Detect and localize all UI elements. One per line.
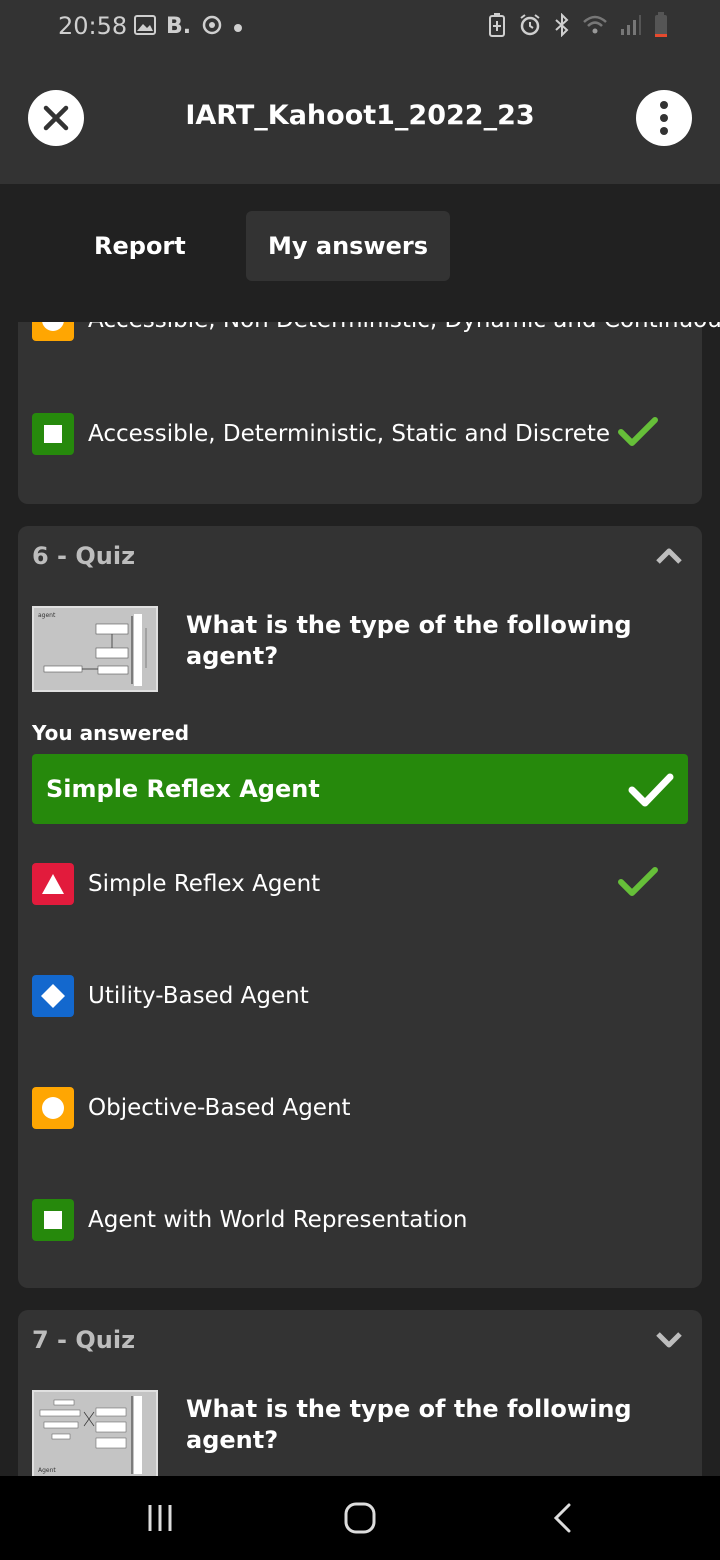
signal-icon: [620, 14, 642, 40]
battery-saver-icon: [488, 13, 506, 41]
tab-bar: Report My answers: [0, 184, 720, 322]
you-answered-label: You answered: [32, 721, 190, 745]
more-options-button[interactable]: [636, 90, 692, 146]
battery-low-icon: [654, 12, 668, 42]
home-icon: [344, 1502, 376, 1534]
status-bar: 20:58 B.: [0, 0, 720, 56]
answer-option: Accessible, Deterministic, Static and Di…: [32, 412, 688, 456]
circle-shape-icon: [32, 1087, 74, 1129]
check-icon: [628, 773, 674, 807]
answer-option: Accessible, Non Deterministic, Dynamic a…: [32, 322, 720, 342]
sync-icon: [201, 14, 223, 40]
status-time: 20:58: [58, 12, 128, 40]
question-image: agent: [32, 606, 158, 692]
square-shape-icon: [32, 1199, 74, 1241]
answer-option: Simple Reflex Agent: [32, 862, 688, 906]
quiz-heading: 7 - Quiz: [32, 1326, 136, 1354]
square-shape-icon: [32, 413, 74, 455]
recent-apps-button[interactable]: [140, 1498, 180, 1538]
chevron-down-icon[interactable]: [656, 1332, 682, 1348]
quiz-card-previous: Accessible, Non Deterministic, Dynamic a…: [18, 322, 720, 504]
quiz-heading: 6 - Quiz: [32, 542, 136, 570]
answer-text: Objective-Based Agent: [88, 1095, 351, 1121]
system-nav-bar: [0, 1476, 720, 1560]
question-text: What is the type of the following agent?: [186, 1395, 632, 1454]
answer-text: Agent with World Representation: [88, 1207, 468, 1233]
answer-option: Objective-Based Agent: [32, 1086, 688, 1130]
answer-text: Simple Reflex Agent: [88, 871, 321, 897]
answer-text: Utility-Based Agent: [88, 983, 309, 1009]
answer-text: Accessible, Deterministic, Static and Di…: [88, 421, 611, 447]
your-answer-text: Simple Reflex Agent: [46, 775, 320, 803]
tab-report[interactable]: Report: [72, 211, 208, 281]
app-header: IART_Kahoot1_2022_23: [0, 56, 720, 184]
circle-shape-icon: [32, 322, 74, 341]
dot-icon: [233, 18, 243, 37]
tab-my-answers[interactable]: My answers: [246, 211, 451, 281]
your-answer-bar: Simple Reflex Agent: [32, 754, 688, 824]
svg-text:Agent: Agent: [38, 1467, 56, 1474]
status-icons-right: [488, 12, 668, 42]
wifi-icon: [582, 14, 608, 40]
alarm-icon: [518, 13, 542, 41]
more-vertical-icon: [660, 101, 668, 135]
b-app-icon: B.: [166, 14, 192, 39]
quiz-card-6: 6 - Quiz agent What is the type of the f…: [18, 526, 702, 1288]
correct-check-icon: [618, 417, 658, 446]
answer-option: Agent with World Representation: [32, 1198, 688, 1242]
svg-text:agent: agent: [38, 612, 56, 619]
question-text: What is the type of the following agent?: [186, 611, 632, 670]
quiz-card-7: 7 - Quiz Agent What is the type of the f…: [18, 1310, 702, 1476]
back-button[interactable]: [542, 1498, 582, 1538]
page-title: IART_Kahoot1_2022_23: [185, 100, 535, 131]
triangle-shape-icon: [32, 863, 74, 905]
answer-option: Utility-Based Agent: [32, 974, 688, 1018]
back-icon: [553, 1503, 571, 1533]
diamond-shape-icon: [32, 975, 74, 1017]
answer-text: Accessible, Non Deterministic, Dynamic a…: [88, 322, 720, 333]
home-button[interactable]: [340, 1498, 380, 1538]
recent-apps-icon: [148, 1505, 172, 1531]
chevron-up-icon[interactable]: [656, 548, 682, 564]
bluetooth-icon: [554, 12, 570, 41]
answers-list[interactable]: Accessible, Non Deterministic, Dynamic a…: [0, 322, 720, 1476]
gallery-icon: [134, 15, 156, 39]
status-icons-left: B.: [134, 12, 243, 42]
question-image: Agent: [32, 1390, 158, 1476]
correct-check-icon: [618, 867, 658, 896]
